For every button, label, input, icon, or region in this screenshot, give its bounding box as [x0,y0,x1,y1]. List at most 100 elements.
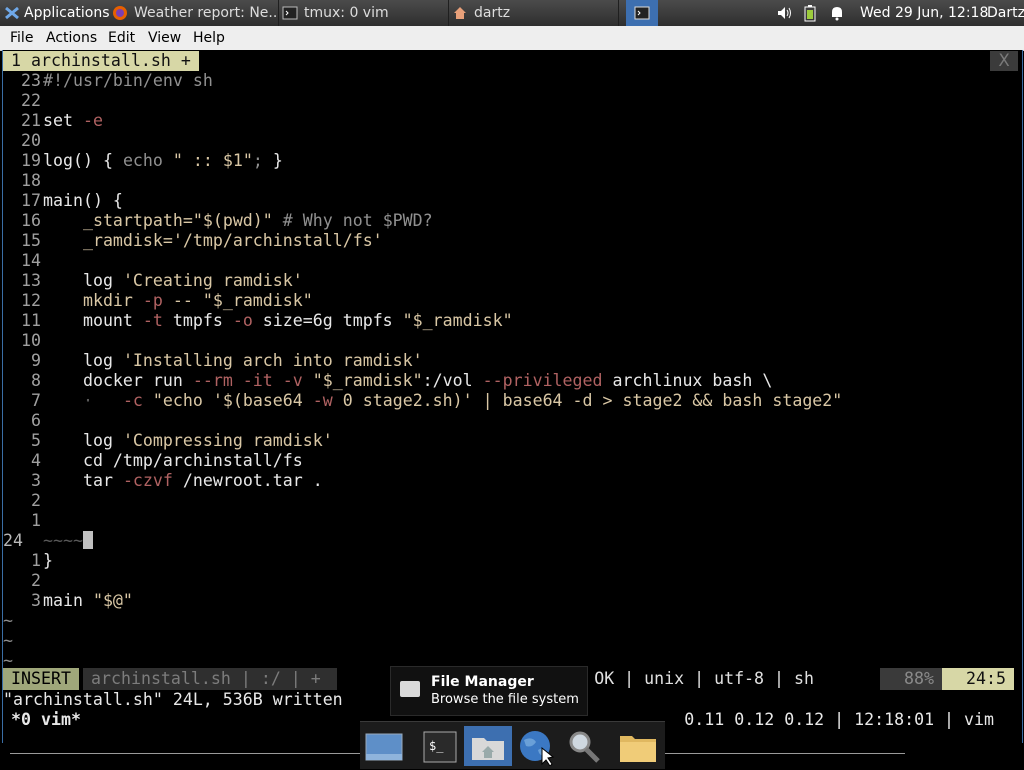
line-number: 5 [31,431,41,450]
taskbar-item-weather[interactable]: Weather report: Ne... [108,0,279,26]
dock-show-desktop[interactable] [362,726,406,766]
vim-tabline: 1 archinstall.sh + X [3,51,1022,71]
vim-tab-close-button[interactable]: X [990,51,1018,71]
code-token: /newroot.tar . [172,471,323,490]
code-token: "$_ramdisk" [402,311,513,330]
menu-actions[interactable]: Actions [46,30,97,46]
code-token: "echo ' [142,391,223,410]
active-window-button[interactable] [626,0,658,26]
firefox-icon [112,5,128,21]
vim-message-line: "archinstall.sh" 24L, 536B written [3,690,343,709]
code-token: log [43,431,123,450]
notification-bell-icon[interactable] [830,0,846,26]
line-number: 1 [31,511,41,530]
code-token: tar [43,471,123,490]
code-line[interactable]: 15 _ramdisk='/tmp/archinstall/fs' [3,231,383,251]
code-line[interactable]: 2 [3,491,43,511]
code-line[interactable]: 11 mount -t tmpfs -o size=6g tmpfs "$_ra… [3,311,513,331]
code-token: -p [142,291,163,310]
terminal-area[interactable]: 1 archinstall.sh + X 23 #!/usr/bin/env sh… [2,50,1023,743]
code-line[interactable]: 6 [3,411,43,431]
applications-menu-button[interactable]: Applications [0,0,110,26]
code-line[interactable]: 3 main "$@" [3,591,133,611]
line-number: 21 [21,111,41,130]
code-line[interactable]: 9 log 'Installing arch into ramdisk' [3,351,423,371]
line-number: 1 [31,551,41,570]
code-token: set [43,111,83,130]
code-line[interactable]: 1 [3,511,43,531]
code-line[interactable]: 8 docker run --rm -it -v "$_ramdisk":/vo… [3,371,772,391]
code-token: echo [122,151,173,170]
home-folder-icon [452,5,468,21]
top-panel: Applications Weather report: Ne... tmux:… [0,0,1024,26]
drive-icon [400,681,420,697]
line-number: 8 [31,371,41,390]
code-line[interactable]: 13 log 'Creating ramdisk' [3,271,303,291]
code-line[interactable]: 10 [3,331,43,351]
line-number: 17 [21,191,41,210]
code-line[interactable]: 18 [3,171,43,191]
applications-label: Applications [24,5,110,21]
battery-icon[interactable] [804,0,820,26]
code-line[interactable]: 20 [3,131,43,151]
code-line[interactable]: 1} [3,551,53,571]
taskbar-item-label: tmux: 0 vim [304,5,389,21]
code-token: 'Installing arch into ramdisk' [122,351,423,370]
line-number: 13 [21,271,41,290]
code-line[interactable]: 12 mkdir -p -- "$_ramdisk" [3,291,313,311]
code-line[interactable]: 4 cd /tmp/archinstall/fs [3,451,303,471]
code-line[interactable]: 5 log 'Compressing ramdisk' [3,431,333,451]
code-token: "$@" [92,591,133,610]
code-token: log [43,351,123,370]
taskbar-item-label: dartz [474,5,511,21]
line-number: 14 [21,251,41,270]
line-number: 12 [21,291,41,310]
vim-tab-archinstall[interactable]: 1 archinstall.sh + [3,51,199,71]
dock-terminal[interactable]: $_ [418,726,462,766]
tmux-window-list[interactable]: *0 vim* [11,710,81,730]
code-token: log [43,271,123,290]
code-line[interactable]: 17 main() { [3,191,123,211]
menu-edit[interactable]: Edit [108,30,135,46]
home-folder-icon [472,738,504,760]
terminal-icon [634,5,650,21]
code-token: "$(pwd)" [192,211,273,230]
code-line[interactable]: 22 [3,91,43,111]
vim-mode-indicator: INSERT [3,668,79,690]
dock-search[interactable] [562,726,606,766]
code-line[interactable]: 16 _startpath="$(pwd)" # Why not $PWD? [3,211,433,231]
dock-file-manager[interactable] [464,726,512,766]
code-line[interactable]: 7 · -c "echo '$(base64 -w 0 stage2.sh)' … [3,391,842,411]
show-desktop-icon [365,733,403,761]
code-line[interactable]: 21 set -e [3,111,103,131]
code-token: # Why not $PWD? [272,211,433,230]
terminal-icon: $_ [423,731,457,763]
code-line[interactable]: 24 ~~~~ [3,531,93,551]
code-token: -t [142,311,163,330]
code-line[interactable]: 14 [3,251,43,271]
taskbar-item-dartz[interactable]: dartz [448,0,619,26]
dock-files-folder[interactable] [616,726,660,766]
panel-user-menu[interactable]: Dartz [987,0,1024,26]
code-token: $(base64 [222,391,313,410]
code-line[interactable]: 23 #!/usr/bin/env sh [3,71,213,91]
code-line[interactable]: 3 tar -czvf /newroot.tar . [3,471,323,491]
code-token: #!/usr/bin/env sh [43,71,213,90]
code-line[interactable]: 2 [3,571,43,591]
eob-tilde: ~ [3,611,13,630]
menu-view[interactable]: View [148,30,181,46]
web-browser-icon [520,731,555,767]
taskbar-item-tmux[interactable]: tmux: 0 vim [278,0,449,26]
menu-file[interactable]: File [10,30,33,46]
svg-text:$_: $_ [429,739,444,753]
code-token: '/tmp/archinstall/fs' [172,231,383,250]
panel-clock[interactable]: Wed 29 Jun, 12:18 [860,0,988,26]
code-token: 'Creating ramdisk' [122,271,303,290]
code-line[interactable]: 19 log() { echo " :: $1"; } [3,151,283,171]
text-cursor [82,531,93,549]
code-token: main() { [43,191,123,210]
menu-help[interactable]: Help [193,30,225,46]
dock-web-browser[interactable] [514,726,558,767]
volume-icon[interactable] [776,0,796,26]
